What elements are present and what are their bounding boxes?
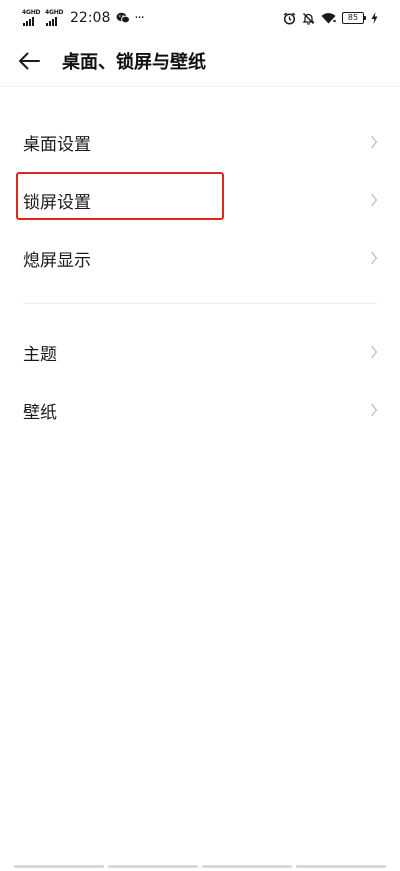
settings-section-2: 主题 壁纸 <box>0 323 400 439</box>
back-button[interactable] <box>14 46 44 76</box>
status-time: 22:08 <box>70 10 111 26</box>
arrow-left-icon <box>19 52 40 70</box>
settings-section-1: 桌面设置 锁屏设置 熄屏显示 <box>0 113 400 287</box>
section-divider <box>23 303 377 304</box>
status-left: 4GHD 4GHD 22:08 ··· <box>22 9 145 26</box>
navigation-gesture-bar <box>0 865 400 869</box>
settings-item-wallpaper[interactable]: 壁纸 <box>0 381 400 439</box>
page-title: 桌面、锁屏与壁纸 <box>62 52 206 73</box>
header-divider <box>0 86 400 87</box>
signal-icon-2: 4GHD <box>45 9 64 26</box>
lightning-icon <box>371 12 378 24</box>
settings-item-label: 桌面设置 <box>23 134 91 155</box>
bell-off-icon <box>302 12 315 25</box>
settings-item-desktop[interactable]: 桌面设置 <box>0 113 400 171</box>
chevron-right-icon <box>370 251 378 265</box>
settings-item-always-on-display[interactable]: 熄屏显示 <box>0 229 400 287</box>
battery-level: 85 <box>347 13 359 22</box>
app-header: 桌面、锁屏与壁纸 <box>0 38 400 84</box>
status-bar: 4GHD 4GHD 22:08 ··· 85 <box>0 0 400 36</box>
chevron-right-icon <box>370 193 378 207</box>
battery-icon: 85 <box>342 12 366 24</box>
chevron-right-icon <box>370 345 378 359</box>
signal-icon: 4GHD <box>22 9 41 26</box>
status-right: 85 <box>283 11 378 25</box>
settings-item-lockscreen[interactable]: 锁屏设置 <box>0 171 400 229</box>
settings-item-theme[interactable]: 主题 <box>0 323 400 381</box>
settings-item-label: 主题 <box>23 344 57 365</box>
chevron-right-icon <box>370 403 378 417</box>
alarm-icon <box>283 11 296 25</box>
settings-item-label: 锁屏设置 <box>23 192 91 213</box>
settings-item-label: 熄屏显示 <box>23 250 91 271</box>
wifi-icon <box>321 12 336 24</box>
more-notifications-icon: ··· <box>134 10 144 26</box>
wechat-icon <box>116 12 131 24</box>
network-type-2: 4GHD <box>45 9 64 16</box>
network-type-1: 4GHD <box>22 9 41 16</box>
settings-item-label: 壁纸 <box>23 402 57 423</box>
chevron-right-icon <box>370 135 378 149</box>
